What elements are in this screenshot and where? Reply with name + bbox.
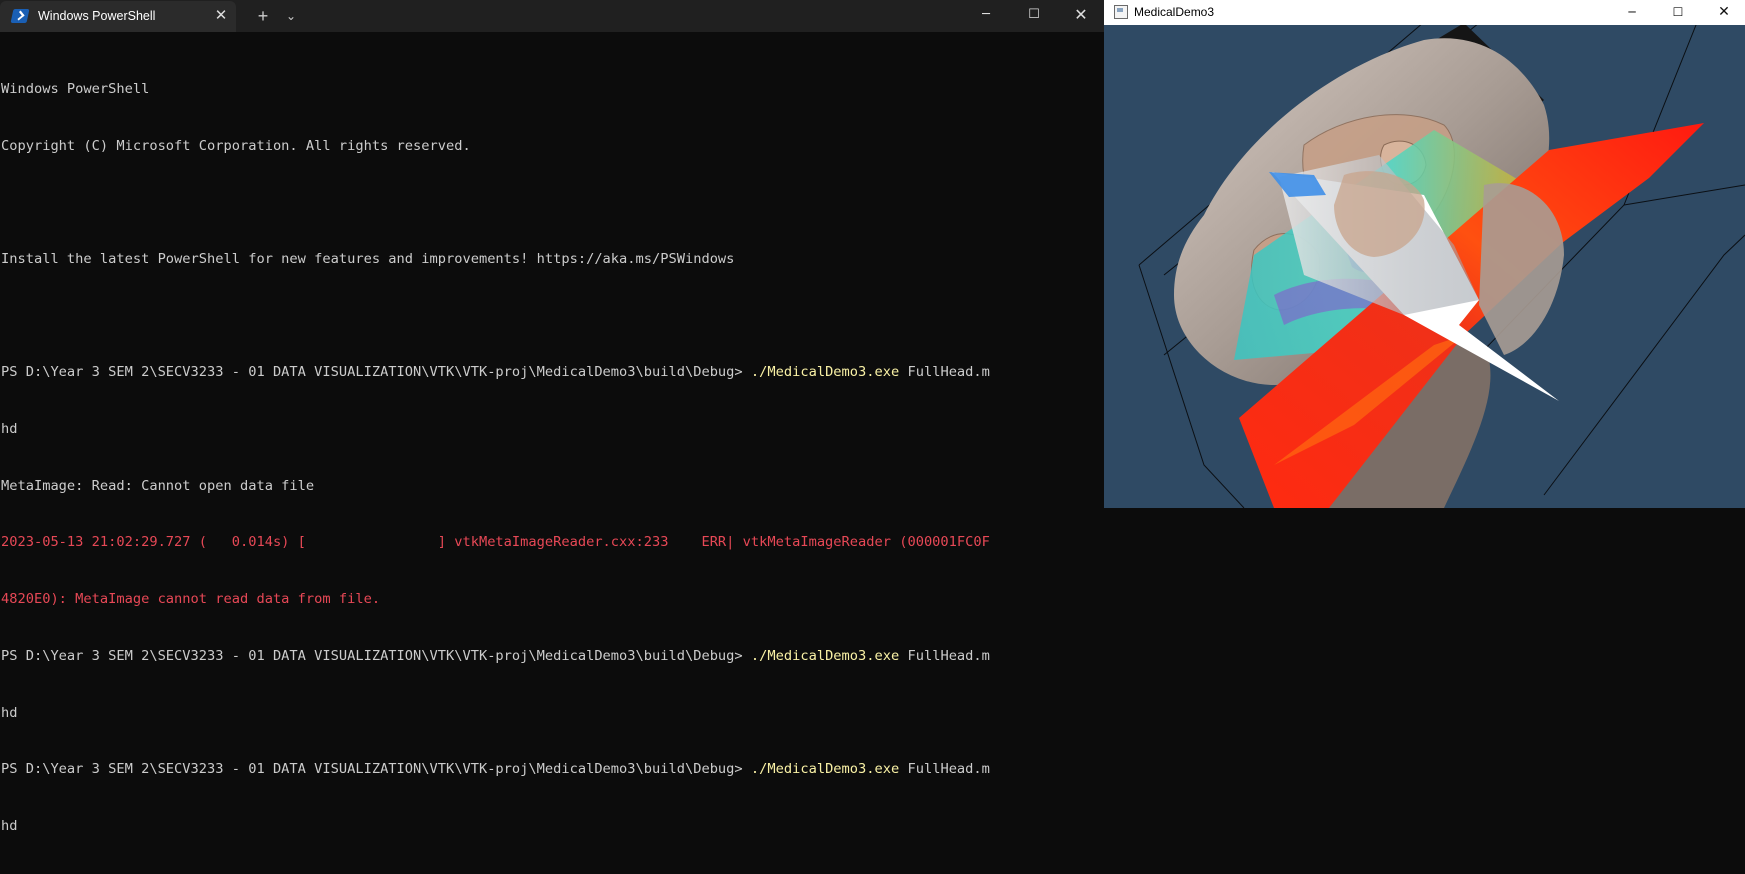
maximize-button[interactable]: ☐ xyxy=(1011,0,1057,30)
command: ./MedicalDemo3.exe xyxy=(750,364,900,381)
prompt: PS D:\Year 3 SEM 2\SECV3233 - 01 DATA VI… xyxy=(1,647,751,664)
medicaldemo-window: MedicalDemo3 ─ ☐ ✕ xyxy=(1104,0,1745,508)
command-arg: FullHead.m xyxy=(899,761,990,778)
minimize-button[interactable]: ─ xyxy=(1609,0,1655,25)
console-output[interactable]: Windows PowerShell Copyright (C) Microso… xyxy=(1,42,1101,874)
console-line: hd xyxy=(1,704,1101,723)
powershell-icon xyxy=(10,9,30,23)
console-line: PS D:\Year 3 SEM 2\SECV3233 - 01 DATA VI… xyxy=(1,363,1101,382)
powershell-window: Windows PowerShell ✕ + ⌄ ─ ☐ ✕ Windows P… xyxy=(0,0,1104,834)
banner-title: Windows PowerShell xyxy=(1,80,150,97)
close-button[interactable]: ✕ xyxy=(1058,0,1104,30)
prompt: PS D:\Year 3 SEM 2\SECV3233 - 01 DATA VI… xyxy=(1,761,751,778)
window-title: MedicalDemo3 xyxy=(1134,5,1215,19)
install-message: Install the latest PowerShell for new fe… xyxy=(1,250,735,267)
console-line: 4820E0): MetaImage cannot read data from… xyxy=(1,590,1101,609)
command-arg-cont: hd xyxy=(1,421,18,438)
powershell-titlebar: Windows PowerShell ✕ + ⌄ ─ ☐ ✕ xyxy=(0,0,1104,32)
render-viewport[interactable] xyxy=(1104,25,1745,508)
console-line: Copyright (C) Microsoft Corporation. All… xyxy=(1,137,1101,156)
console-line: Windows PowerShell xyxy=(1,80,1101,99)
command: ./MedicalDemo3.exe xyxy=(750,761,900,778)
console-line: PS D:\Year 3 SEM 2\SECV3233 - 01 DATA VI… xyxy=(1,760,1101,779)
console-line: hd xyxy=(1,817,1101,836)
new-tab-plus-icon[interactable]: + xyxy=(252,4,274,28)
volume-render-scene[interactable] xyxy=(1104,25,1745,508)
console-line: hd xyxy=(1,420,1101,439)
command-arg-cont: hd xyxy=(1,817,18,834)
console-line: Install the latest PowerShell for new fe… xyxy=(1,250,1101,269)
app-window-icon xyxy=(1114,5,1128,19)
tab-title: Windows PowerShell xyxy=(38,9,156,23)
console-line: MetaImage: Read: Cannot open data file xyxy=(1,477,1101,496)
metaimage-message: MetaImage: Read: Cannot open data file xyxy=(1,477,315,494)
prompt: PS D:\Year 3 SEM 2\SECV3233 - 01 DATA VI… xyxy=(1,364,751,381)
command-arg: FullHead.m xyxy=(899,647,990,664)
close-button[interactable]: ✕ xyxy=(1701,0,1745,25)
command-arg-cont: hd xyxy=(1,704,18,721)
error-line-cont: 4820E0): MetaImage cannot read data from… xyxy=(1,591,381,608)
console-line: PS D:\Year 3 SEM 2\SECV3233 - 01 DATA VI… xyxy=(1,647,1101,666)
tab-windows-powershell[interactable]: Windows PowerShell ✕ xyxy=(0,1,236,32)
command: ./MedicalDemo3.exe xyxy=(750,647,900,664)
console-line: 2023-05-13 21:02:29.727 ( 0.014s) [ ] vt… xyxy=(1,533,1101,552)
maximize-button[interactable]: ☐ xyxy=(1655,0,1701,25)
close-tab-icon[interactable]: ✕ xyxy=(212,5,230,27)
medicaldemo-titlebar: MedicalDemo3 ─ ☐ ✕ xyxy=(1104,0,1745,25)
banner-copyright: Copyright (C) Microsoft Corporation. All… xyxy=(1,137,471,154)
chevron-down-icon[interactable]: ⌄ xyxy=(281,4,301,28)
command-arg: FullHead.m xyxy=(899,364,990,381)
minimize-button[interactable]: ─ xyxy=(963,0,1009,30)
error-line: 2023-05-13 21:02:29.727 ( 0.014s) [ ] vt… xyxy=(1,534,990,551)
